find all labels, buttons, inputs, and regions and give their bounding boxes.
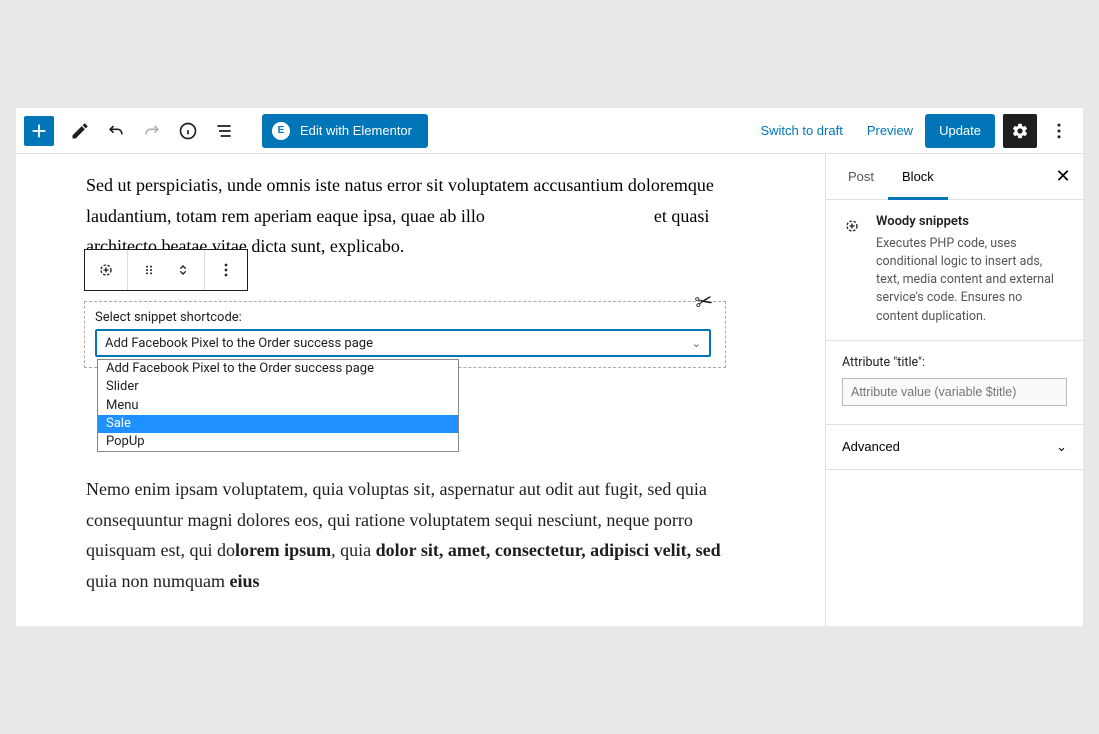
undo-button[interactable] (98, 113, 134, 149)
close-sidebar-button[interactable]: ✕ (1043, 157, 1083, 197)
chevron-down-icon: ⌄ (692, 337, 701, 350)
woody-snippet-block: ✂ Select snippet shortcode: Add Facebook… (84, 301, 726, 368)
tab-block[interactable]: Block (888, 154, 948, 200)
add-block-button[interactable] (24, 116, 54, 146)
switch-to-draft-link[interactable]: Switch to draft (748, 123, 854, 138)
snippet-option[interactable]: Menu (98, 397, 458, 415)
top-toolbar: E Edit with Elementor Switch to draft Pr… (16, 108, 1083, 154)
editor-column: Sed ut perspiciatis, unde omnis iste nat… (16, 154, 825, 626)
snippet-select[interactable]: Add Facebook Pixel to the Order success … (95, 329, 711, 357)
scissors-icon: ✂ (693, 289, 715, 317)
block-options-button[interactable] (211, 255, 241, 285)
block-info-section: Woody snippets Executes PHP code, uses c… (826, 200, 1083, 341)
snippet-select-label: Select snippet shortcode: (95, 310, 715, 325)
move-up-down-icon[interactable] (168, 255, 198, 285)
main-row: Sed ut perspiciatis, unde omnis iste nat… (16, 154, 1083, 626)
tab-post[interactable]: Post (834, 154, 888, 200)
paragraph-2[interactable]: Nemo enim ipsam voluptatem, quia volupta… (86, 474, 745, 596)
attribute-title-label: Attribute "title": (842, 355, 1067, 370)
attribute-section: Attribute "title": (826, 341, 1083, 425)
snippet-option[interactable]: Slider (98, 378, 458, 396)
block-description: Executes PHP code, uses conditional logi… (876, 235, 1067, 326)
edit-toggle-button[interactable] (62, 113, 98, 149)
paragraph-1[interactable]: Sed ut perspiciatis, unde omnis iste nat… (86, 170, 755, 262)
settings-button[interactable] (1003, 114, 1037, 148)
snippet-option[interactable]: PopUp (98, 433, 458, 451)
snippet-dropdown: Add Facebook Pixel to the Order success … (97, 359, 459, 452)
redo-button[interactable] (134, 113, 170, 149)
block-toolbar (84, 249, 248, 291)
preview-link[interactable]: Preview (855, 123, 925, 138)
elementor-label: Edit with Elementor (300, 123, 412, 138)
block-title: Woody snippets (876, 214, 1067, 229)
more-menu-button[interactable] (1041, 113, 1077, 149)
woody-block-icon (842, 214, 864, 326)
snippet-option[interactable]: Sale (98, 415, 458, 433)
editor-window: E Edit with Elementor Switch to draft Pr… (16, 108, 1083, 626)
advanced-panel-toggle[interactable]: Advanced ⌄ (826, 425, 1083, 470)
update-button[interactable]: Update (925, 114, 995, 148)
editor-scroll[interactable]: Sed ut perspiciatis, unde omnis iste nat… (16, 154, 825, 626)
sidebar-tabs: Post Block ✕ (826, 154, 1083, 200)
snippet-option[interactable]: Add Facebook Pixel to the Order success … (98, 360, 458, 378)
snippet-selected-value: Add Facebook Pixel to the Order success … (105, 336, 373, 351)
drag-handle-icon[interactable] (134, 255, 164, 285)
edit-with-elementor-button[interactable]: E Edit with Elementor (262, 114, 428, 148)
chevron-down-icon: ⌄ (1056, 439, 1067, 455)
block-type-icon[interactable] (91, 255, 121, 285)
attribute-title-input[interactable] (842, 378, 1067, 406)
info-button[interactable] (170, 113, 206, 149)
outline-button[interactable] (206, 113, 242, 149)
elementor-icon: E (272, 122, 290, 140)
settings-sidebar: Post Block ✕ Woody snippets Executes PHP… (825, 154, 1083, 626)
